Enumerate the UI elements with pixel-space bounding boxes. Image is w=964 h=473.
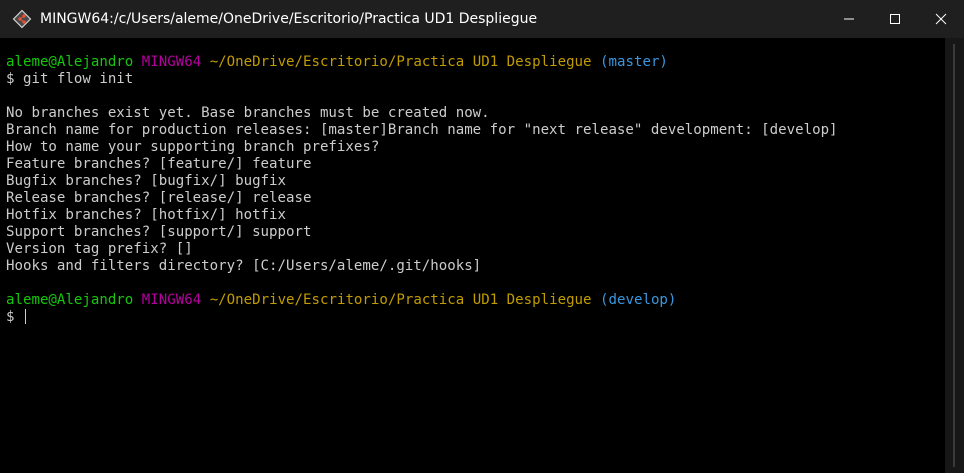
maximize-icon (890, 14, 900, 24)
output-line: No branches exist yet. Base branches mus… (6, 105, 490, 121)
prompt-user: aleme@Alejandro (6, 292, 134, 308)
output-line: How to name your supporting branch prefi… (6, 139, 380, 155)
git-bash-icon (12, 9, 32, 29)
minimize-icon (844, 18, 854, 20)
scrollbar[interactable] (945, 38, 964, 473)
prompt-line: aleme@Alejandro MINGW64 ~/OneDrive/Escri… (6, 292, 945, 309)
window-title: MINGW64:/c/Users/aleme/OneDrive/Escritor… (40, 11, 538, 27)
close-button[interactable] (918, 0, 964, 38)
command-line: $ git flow init (6, 71, 134, 87)
output-line: Release branches? [release/] release (6, 190, 312, 206)
minimize-button[interactable] (826, 0, 872, 38)
output-line: Branch name for production releases: [ma… (6, 122, 838, 138)
prompt-branch: (master) (600, 54, 668, 70)
output-line: Support branches? [support/] support (6, 224, 312, 240)
input-line[interactable]: $ (6, 309, 945, 326)
output-line: Bugfix branches? [bugfix/] bugfix (6, 173, 287, 189)
terminal-output[interactable]: aleme@Alejandro MINGW64 ~/OneDrive/Escri… (0, 38, 945, 473)
prompt-host: MINGW64 (141, 292, 202, 308)
output-line: Version tag prefix? [] (6, 241, 193, 257)
output-line: Hooks and filters directory? [C:/Users/a… (6, 258, 482, 274)
scrollbar-track[interactable] (953, 44, 955, 467)
output-line: Hotfix branches? [hotfix/] hotfix (6, 207, 287, 223)
text-cursor (24, 309, 26, 324)
prompt-line: aleme@Alejandro MINGW64 ~/OneDrive/Escri… (6, 54, 945, 71)
prompt-path: ~/OneDrive/Escritorio/Practica UD1 Despl… (209, 292, 592, 308)
terminal-window: MINGW64:/c/Users/aleme/OneDrive/Escritor… (0, 0, 964, 473)
close-icon (935, 13, 947, 25)
maximize-button[interactable] (872, 0, 918, 38)
prompt-branch: (develop) (600, 292, 677, 308)
output-line: Feature branches? [feature/] feature (6, 156, 312, 172)
prompt-path: ~/OneDrive/Escritorio/Practica UD1 Despl… (209, 54, 592, 70)
command-input[interactable]: $ (6, 309, 23, 325)
title-bar[interactable]: MINGW64:/c/Users/aleme/OneDrive/Escritor… (0, 0, 964, 38)
prompt-host: MINGW64 (141, 54, 202, 70)
prompt-user: aleme@Alejandro (6, 54, 134, 70)
